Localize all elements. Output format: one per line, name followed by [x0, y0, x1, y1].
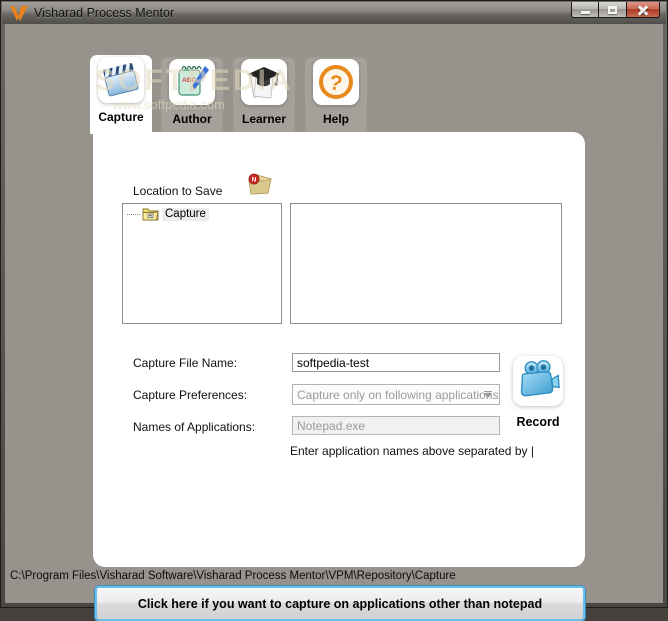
tree-item-label: Capture: [162, 207, 209, 221]
minimize-icon: [580, 10, 590, 14]
movie-camera-icon: [520, 360, 560, 397]
maximize-button[interactable]: [599, 2, 626, 18]
preferences-label: Capture Preferences:: [133, 388, 248, 402]
captured-files-list[interactable]: [290, 203, 562, 324]
graduation-cap-icon: [248, 67, 280, 99]
file-name-label: Capture File Name:: [133, 356, 238, 370]
close-icon: [637, 4, 649, 16]
preferences-dropdown[interactable]: Capture only on following applications: [292, 384, 500, 405]
window-controls: [571, 2, 660, 18]
client-area: SOFTPEDIA www.softpedia.com Capture ABC …: [5, 24, 663, 621]
minimize-button[interactable]: [571, 2, 599, 18]
tab-help[interactable]: ? Help: [305, 57, 367, 132]
window-title: Visharad Process Mentor: [34, 6, 175, 20]
tab-learner-label: Learner: [241, 112, 287, 126]
tab-capture[interactable]: Capture: [90, 55, 152, 134]
tab-author[interactable]: ABC Author: [161, 57, 223, 132]
applications-label: Names of Applications:: [133, 420, 256, 434]
tab-learner[interactable]: Learner: [233, 57, 295, 132]
save-location-tree[interactable]: Capture: [122, 203, 282, 324]
close-button[interactable]: [626, 2, 660, 18]
notepad-pen-icon: ABC: [178, 65, 209, 96]
tab-help-label: Help: [322, 112, 349, 126]
file-name-input[interactable]: [292, 353, 500, 372]
capture-panel: Location to Save N Capture Capture File …: [93, 132, 585, 567]
record-button[interactable]: [513, 356, 563, 406]
chevron-down-icon: [484, 391, 492, 398]
applications-note: Enter application names above separated …: [290, 444, 534, 458]
tree-item-capture[interactable]: Capture: [123, 204, 281, 221]
help-tab-tile: ?: [313, 59, 359, 105]
capture-tab-tile: [98, 57, 144, 103]
tree-connector: [127, 213, 140, 215]
svg-text:N: N: [252, 177, 257, 184]
capture-other-apps-button[interactable]: Click here if you want to capture on app…: [95, 586, 585, 621]
maximize-icon: [608, 5, 617, 14]
learner-tab-tile: [241, 59, 287, 105]
window-frame: Visharad Process Mentor SOFTPEDIA www.so…: [0, 0, 668, 621]
question-mark-icon: ?: [319, 65, 353, 99]
repository-path: C:\Program Files\Visharad Software\Visha…: [10, 570, 456, 582]
new-folder-icon[interactable]: N: [245, 172, 273, 196]
clapperboard-icon: [103, 63, 139, 97]
tab-author-label: Author: [172, 112, 212, 126]
titlebar: Visharad Process Mentor: [2, 2, 666, 24]
folder-icon: [142, 208, 159, 221]
author-tab-tile: ABC: [169, 59, 215, 105]
record-label: Record: [516, 415, 560, 429]
app-logo-icon: [10, 5, 28, 21]
location-to-save-label: Location to Save: [133, 184, 223, 198]
applications-input[interactable]: [292, 416, 500, 435]
preferences-dropdown-value: Capture only on following applications: [297, 388, 499, 402]
tab-capture-label: Capture: [98, 110, 144, 124]
